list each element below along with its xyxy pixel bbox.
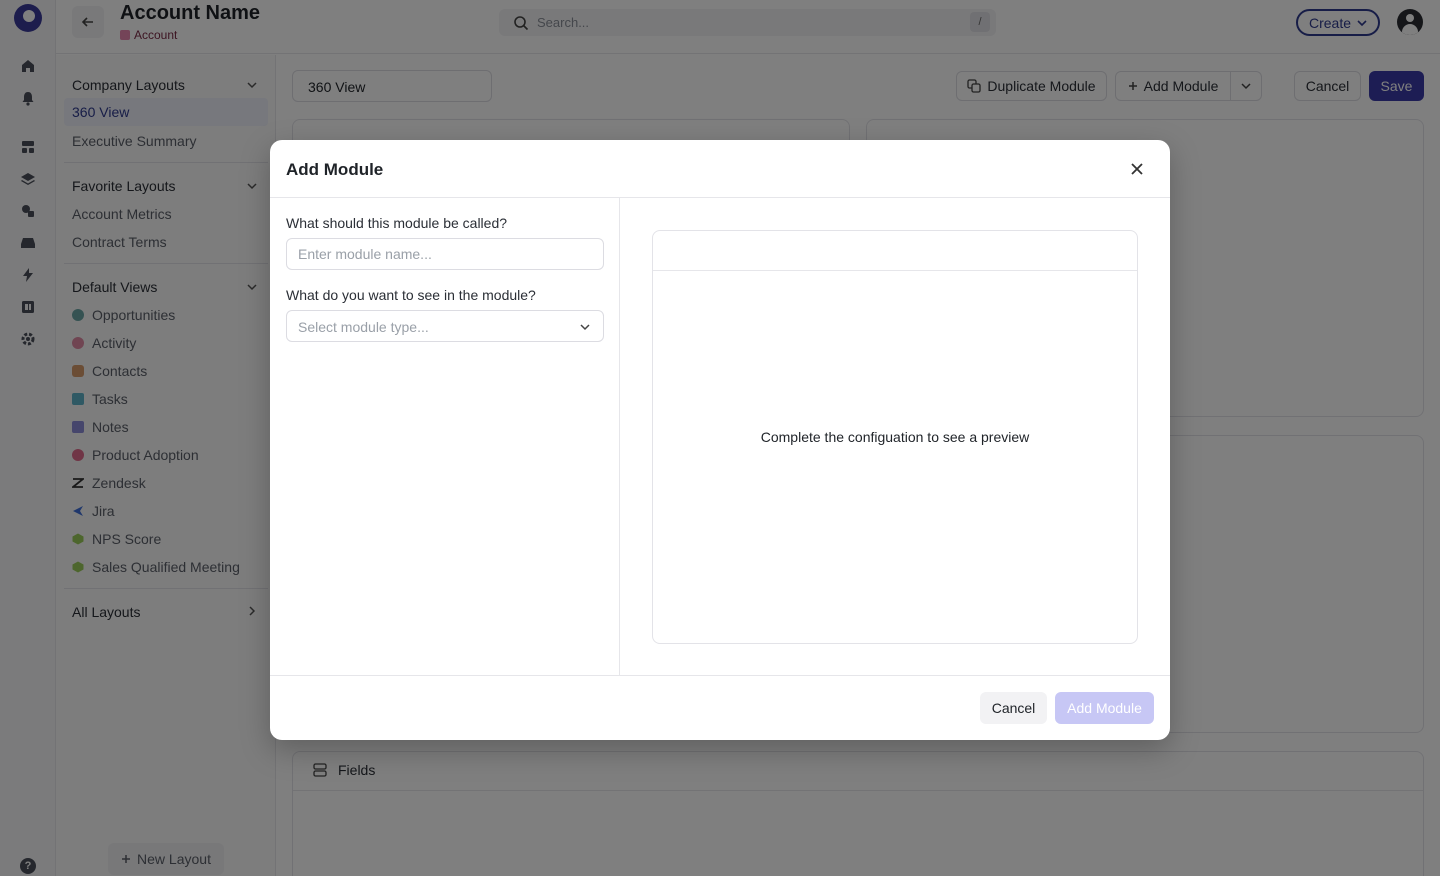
module-type-placeholder: Select module type... [298,319,429,335]
divider [270,675,1170,676]
module-name-input[interactable] [286,238,604,270]
divider [270,197,1170,198]
module-name-label: What should this module be called? [286,215,508,231]
divider [619,198,620,675]
dialog-add-module-button[interactable]: Add Module [1055,692,1154,724]
preview-message: Complete the configuation to see a previ… [760,429,1030,445]
module-type-label: What do you want to see in the module? [286,287,536,303]
dialog-title: Add Module [286,160,384,179]
module-type-select[interactable]: Select module type... [286,310,604,342]
add-module-dialog: Add Module What should this module be ca… [270,140,1170,740]
preview-header-divider [653,270,1137,271]
dialog-cancel-button[interactable]: Cancel [980,692,1047,724]
chevron-down-icon [579,321,591,333]
module-preview: Complete the configuation to see a previ… [652,230,1138,644]
close-icon[interactable] [1128,160,1146,178]
